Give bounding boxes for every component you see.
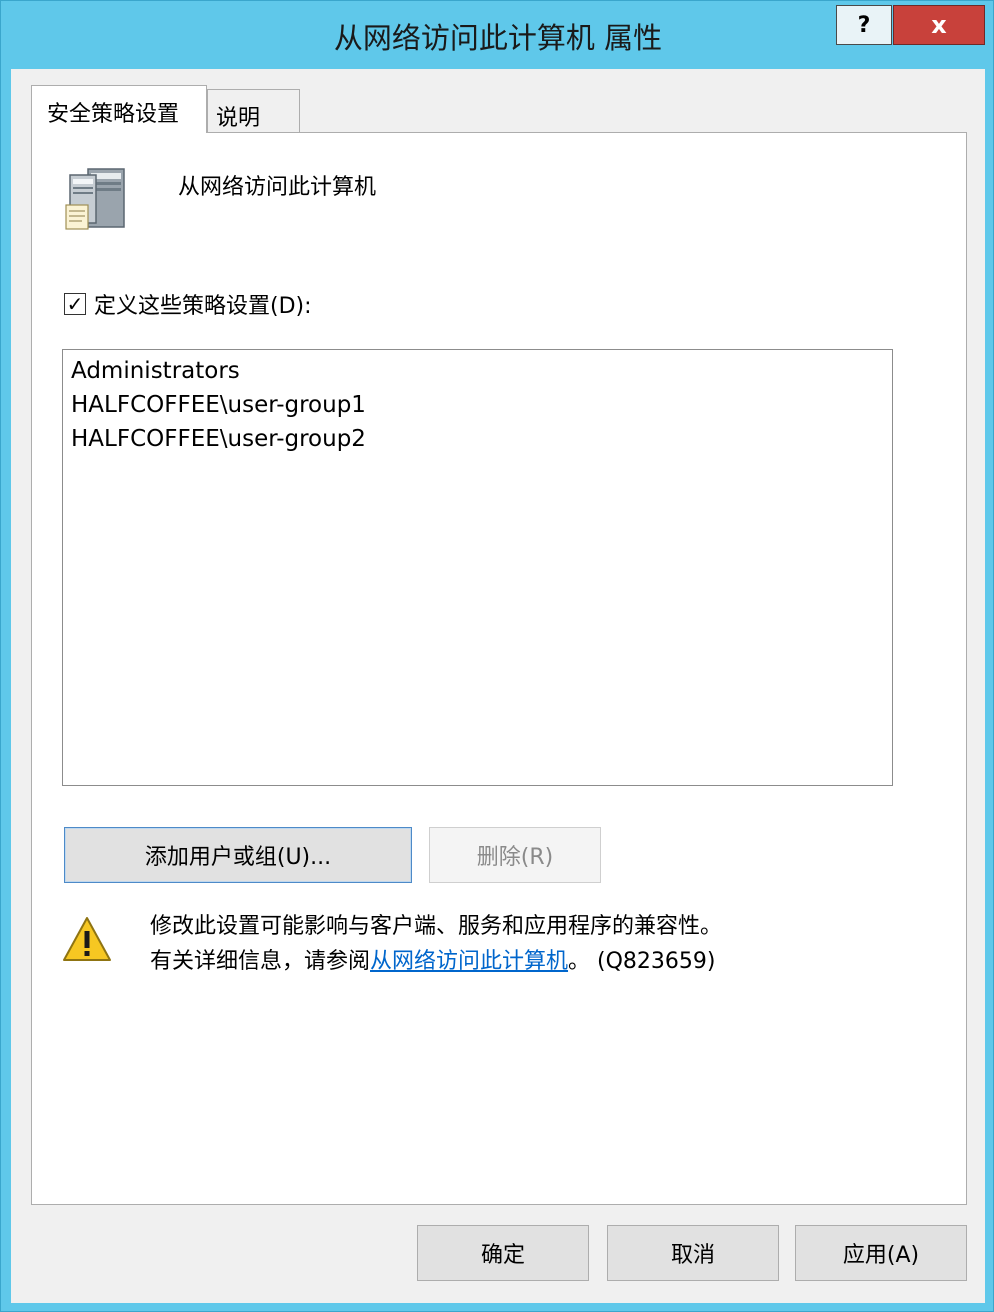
list-item[interactable]: Administrators [71,354,892,388]
close-button[interactable]: x [893,5,985,45]
policy-name: 从网络访问此计算机 [178,175,377,200]
define-policy-label[interactable]: 定义这些策略设置(D): [94,288,312,320]
help-button[interactable]: ? [836,5,892,45]
tab-explain[interactable]: 说明 [207,89,300,133]
policy-help-link[interactable]: 从网络访问此计算机 [370,949,568,974]
warning-suffix: 。 (Q823659) [568,949,716,974]
remove-button[interactable]: 删除(R) [429,827,601,883]
define-policy-checkbox[interactable]: ✓ [64,293,86,315]
tab-security-policy-setting[interactable]: 安全策略设置 [31,85,207,133]
dialog-client-area: 安全策略设置 说明 从网络访问此计算机 ✓ 定义这些策略设置(D): Admin… [11,69,985,1303]
warning-icon [63,917,111,961]
list-item[interactable]: HALFCOFFEE\user-group2 [71,422,892,456]
warning-prefix: 有关详细信息，请参阅 [150,949,371,974]
title-bar[interactable]: 从网络访问此计算机 属性 ? x [1,1,994,69]
add-user-or-group-button[interactable]: 添加用户或组(U)... [64,827,412,883]
warning-text: 修改此设置可能影响与客户端、服务和应用程序的兼容性。 有关详细信息，请参阅从网络… [150,909,722,979]
warning-line-2: 有关详细信息，请参阅从网络访问此计算机。 (Q823659) [150,944,722,979]
server-icon [65,168,125,230]
list-item[interactable]: HALFCOFFEE\user-group1 [71,388,892,422]
properties-dialog: 从网络访问此计算机 属性 ? x 安全策略设置 说明 从网络访问此计算机 ✓ 定… [0,0,994,1312]
apply-button[interactable]: 应用(A) [795,1225,967,1281]
principals-listbox[interactable]: Administrators HALFCOFFEE\user-group1 HA… [62,349,893,786]
tab-panel: 从网络访问此计算机 ✓ 定义这些策略设置(D): Administrators … [31,132,967,1205]
cancel-button[interactable]: 取消 [607,1225,779,1281]
warning-line-1: 修改此设置可能影响与客户端、服务和应用程序的兼容性。 [150,914,723,939]
ok-button[interactable]: 确定 [417,1225,589,1281]
